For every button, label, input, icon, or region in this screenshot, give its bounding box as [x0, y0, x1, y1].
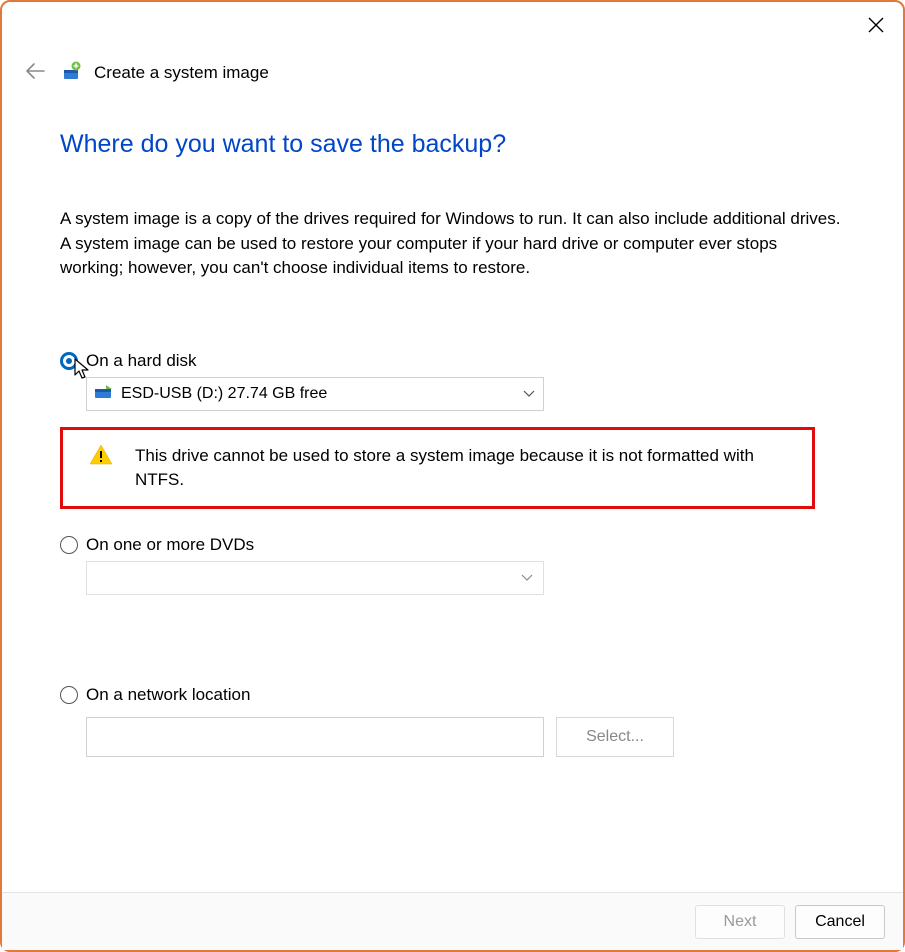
network-path-input[interactable] [86, 717, 544, 757]
option-network-label: On a network location [86, 685, 250, 705]
page-heading: Where do you want to save the backup? [60, 130, 845, 159]
option-hard-disk-label: On a hard disk [86, 351, 197, 371]
wizard-window: Create a system image Where do you want … [0, 0, 905, 952]
warning-box: This drive cannot be used to store a sys… [60, 427, 815, 509]
radio-network[interactable] [60, 686, 78, 704]
system-image-icon [62, 60, 84, 86]
page-description: A system image is a copy of the drives r… [60, 207, 845, 281]
back-button[interactable] [24, 62, 46, 84]
content-area: Where do you want to save the backup? A … [60, 130, 845, 757]
radio-hard-disk[interactable] [60, 352, 78, 370]
footer: Next Cancel [2, 892, 903, 950]
chevron-down-icon [521, 569, 533, 586]
option-dvd[interactable]: On one or more DVDs [60, 535, 845, 555]
cancel-button[interactable]: Cancel [795, 905, 885, 939]
option-hard-disk[interactable]: On a hard disk [60, 351, 845, 371]
option-dvd-label: On one or more DVDs [86, 535, 254, 555]
drive-dropdown-value: ESD-USB (D:) 27.74 GB free [121, 385, 327, 403]
chevron-down-icon [523, 385, 535, 402]
dvd-dropdown[interactable] [86, 561, 544, 595]
warning-icon [89, 444, 113, 470]
header: Create a system image [62, 60, 269, 86]
warning-text: This drive cannot be used to store a sys… [135, 444, 798, 492]
next-button[interactable]: Next [695, 905, 785, 939]
drive-icon [95, 385, 113, 403]
window-title: Create a system image [94, 63, 269, 83]
option-network[interactable]: On a network location [60, 685, 845, 705]
close-button[interactable] [867, 16, 885, 38]
drive-dropdown[interactable]: ESD-USB (D:) 27.74 GB free [86, 377, 544, 411]
radio-dvd[interactable] [60, 536, 78, 554]
select-button[interactable]: Select... [556, 717, 674, 757]
